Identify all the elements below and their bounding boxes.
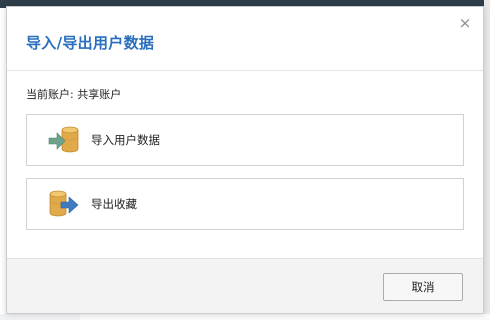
export-favorites-option[interactable]: 导出收藏 <box>26 178 464 230</box>
current-account-label: 当前账户: 共享账户 <box>26 88 122 101</box>
background-app-panel <box>484 0 490 320</box>
database-import-icon <box>48 126 79 153</box>
dialog-footer: 取消 <box>7 258 483 313</box>
import-export-dialog: 导入/导出用户数据 × 当前账户: 共享账户 导入用户数据 导出收藏 取消 <box>6 6 484 314</box>
cancel-button[interactable]: 取消 <box>383 273 463 301</box>
title-divider <box>7 70 483 71</box>
background-app-content <box>80 314 490 320</box>
dialog-title: 导入/导出用户数据 <box>26 34 155 52</box>
import-user-data-label: 导入用户数据 <box>91 133 160 147</box>
database-export-icon <box>49 190 79 217</box>
import-user-data-option[interactable]: 导入用户数据 <box>26 114 464 166</box>
close-icon: × <box>458 14 472 32</box>
background-app-sidebar <box>0 314 81 320</box>
export-favorites-label: 导出收藏 <box>91 197 137 211</box>
close-button[interactable]: × <box>457 15 473 31</box>
